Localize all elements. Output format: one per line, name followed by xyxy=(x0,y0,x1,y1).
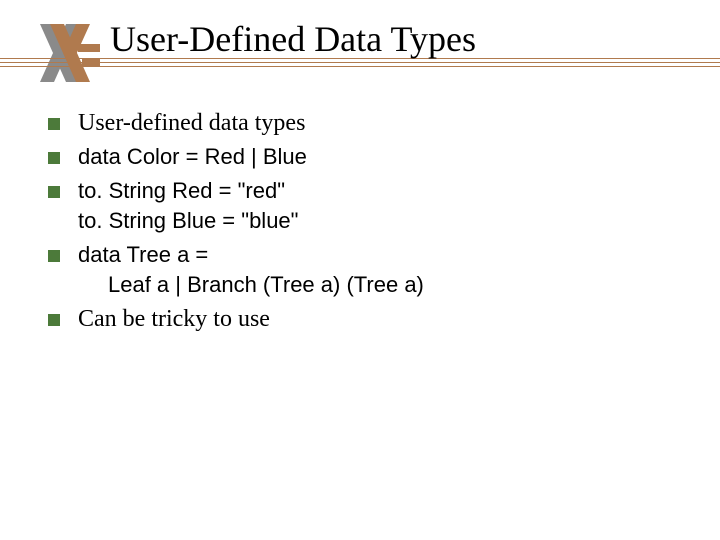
code-line: data Tree a = xyxy=(78,240,424,270)
list-item-text: to. String Red = "red" to. String Blue =… xyxy=(78,176,298,236)
bullet-icon xyxy=(48,314,60,326)
list-item: data Color = Red | Blue xyxy=(48,142,680,172)
list-item: to. String Red = "red" to. String Blue =… xyxy=(48,176,680,236)
list-item: Can be tricky to use xyxy=(48,304,680,334)
bullet-icon xyxy=(48,118,60,130)
code-line: to. String Red = "red" xyxy=(78,176,298,206)
code-line: to. String Blue = "blue" xyxy=(78,206,298,236)
code-line: Leaf a | Branch (Tree a) (Tree a) xyxy=(108,270,424,300)
bullet-icon xyxy=(48,152,60,164)
list-item-text: data Tree a = Leaf a | Branch (Tree a) (… xyxy=(78,240,424,300)
list-item-text: Can be tricky to use xyxy=(78,304,270,334)
bullet-icon xyxy=(48,186,60,198)
list-item: User-defined data types xyxy=(48,108,680,138)
bullet-icon xyxy=(48,250,60,262)
list-item-text: User-defined data types xyxy=(78,108,305,138)
slide-body: User-defined data types data Color = Red… xyxy=(48,108,680,338)
slide: User-Defined Data Types User-defined dat… xyxy=(0,0,720,540)
haskell-logo-icon xyxy=(32,18,102,88)
list-item: data Tree a = Leaf a | Branch (Tree a) (… xyxy=(48,240,680,300)
slide-title: User-Defined Data Types xyxy=(110,18,476,60)
list-item-text: data Color = Red | Blue xyxy=(78,142,307,172)
